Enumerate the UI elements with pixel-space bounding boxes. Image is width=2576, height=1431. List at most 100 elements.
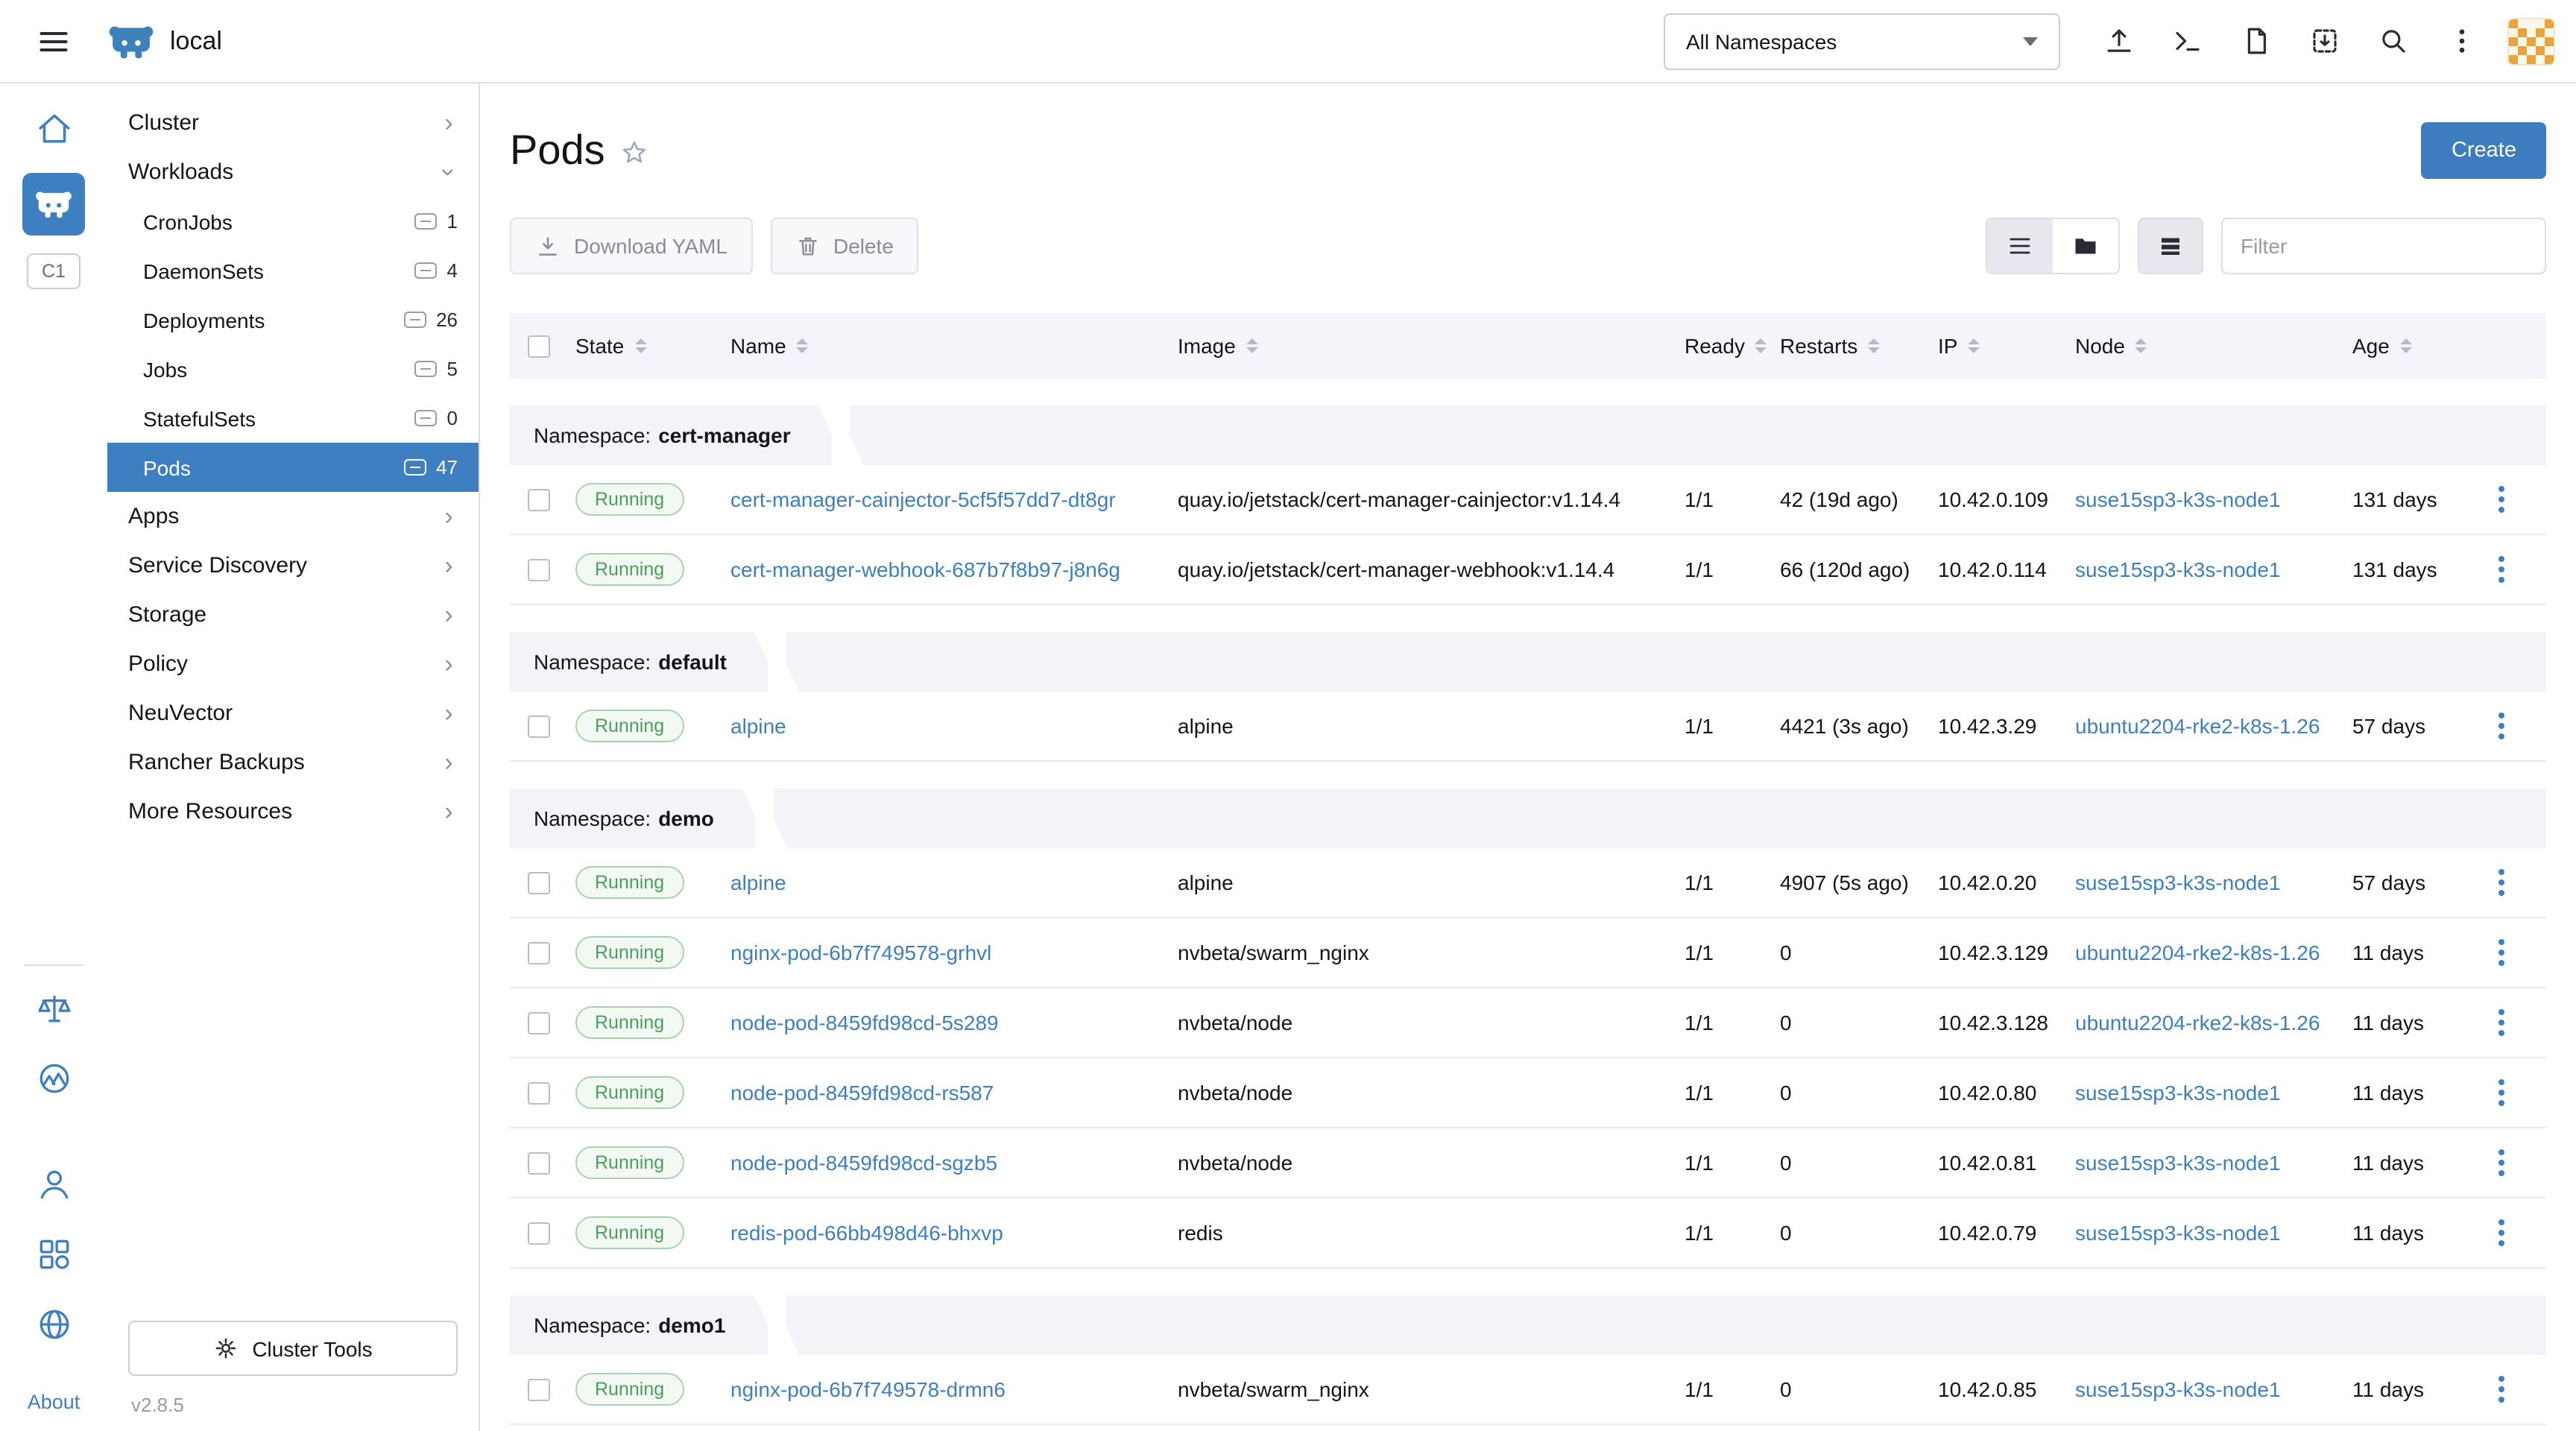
sidebar-item-jobs[interactable]: Jobs 5	[107, 344, 479, 394]
row-checkbox[interactable]	[528, 871, 550, 894]
column-header-name[interactable]: Name	[730, 334, 1178, 358]
sidebar-item-workloads[interactable]: Workloads	[107, 148, 479, 197]
row-checkbox[interactable]	[528, 1378, 550, 1400]
row-actions-menu[interactable]	[2487, 927, 2516, 978]
pod-node-link[interactable]: suse15sp3-k3s-node1	[2075, 1081, 2281, 1105]
pod-node-link[interactable]: suse15sp3-k3s-node1	[2075, 557, 2281, 581]
grouped-rows-view-button[interactable]	[2138, 218, 2203, 274]
row-actions-menu[interactable]	[2487, 701, 2516, 751]
scale-button[interactable]	[35, 990, 72, 1032]
pod-name-link[interactable]: cert-manager-webhook-687b7f8b97-j8n6g	[730, 557, 1120, 581]
sidebar-item-cronjobs[interactable]: CronJobs 1	[107, 197, 479, 246]
user-button[interactable]	[35, 1166, 72, 1207]
sidebar-item-deployments[interactable]: Deployments 26	[107, 295, 479, 344]
column-header-state[interactable]: State	[575, 334, 730, 358]
select-all-checkbox[interactable]	[528, 335, 550, 357]
row-checkbox[interactable]	[528, 715, 550, 737]
sidebar-item-cluster[interactable]: Cluster	[107, 98, 479, 148]
delete-button[interactable]: Delete	[771, 218, 919, 274]
header-kebab-button[interactable]	[2430, 10, 2493, 72]
filter-input[interactable]	[2221, 218, 2546, 274]
pod-node-link[interactable]: suse15sp3-k3s-node1	[2075, 1151, 2281, 1175]
row-checkbox[interactable]	[528, 1152, 550, 1174]
folder-view-button[interactable]	[2053, 219, 2118, 273]
pod-name-link[interactable]: redis-pod-66bb498d46-bhxvp	[730, 1221, 1003, 1245]
docs-button[interactable]	[2224, 10, 2287, 72]
row-actions-menu[interactable]	[2487, 1207, 2516, 1258]
globe-button[interactable]	[35, 1306, 72, 1348]
list-view-button[interactable]	[1987, 219, 2053, 273]
sidebar-item-more-resources[interactable]: More Resources	[107, 787, 479, 836]
pod-node-link[interactable]: ubuntu2204-rke2-k8s-1.26	[2075, 1011, 2320, 1034]
pod-node-link[interactable]: suse15sp3-k3s-node1	[2075, 871, 2281, 894]
pod-name-link[interactable]: nginx-pod-6b7f749578-grhvl	[730, 941, 991, 964]
column-header-ready[interactable]: Ready	[1685, 334, 1780, 358]
row-checkbox[interactable]	[528, 558, 550, 581]
pod-node-link[interactable]: suse15sp3-k3s-node1	[2075, 487, 2281, 511]
row-checkbox[interactable]	[528, 1222, 550, 1244]
import-yaml-button[interactable]	[2293, 10, 2355, 72]
row-checkbox[interactable]	[528, 1011, 550, 1034]
download-yaml-button[interactable]: Download YAML	[510, 218, 753, 274]
create-button[interactable]: Create	[2422, 122, 2546, 179]
row-actions-menu[interactable]	[2487, 1364, 2516, 1415]
pod-node-link[interactable]: suse15sp3-k3s-node1	[2075, 1377, 2281, 1401]
row-actions-menu[interactable]	[2487, 997, 2516, 1048]
about-link[interactable]: About	[28, 1391, 80, 1413]
table-row[interactable]: Running nginx-pod-6b7f749578-drmn6 nvbet…	[510, 1355, 2546, 1425]
sidebar-item-storage[interactable]: Storage	[107, 590, 479, 639]
row-actions-menu[interactable]	[2487, 474, 2516, 525]
table-row[interactable]: Running node-pod-8459fd98cd-sgzb5 nvbeta…	[510, 1128, 2546, 1198]
row-checkbox[interactable]	[528, 941, 550, 964]
row-checkbox[interactable]	[528, 488, 550, 511]
namespace-filter-select[interactable]: All Namespaces	[1664, 13, 2060, 69]
sidebar-item-service-discovery[interactable]: Service Discovery	[107, 541, 479, 590]
extensions-button[interactable]	[35, 1236, 72, 1277]
row-checkbox[interactable]	[528, 1081, 550, 1104]
row-actions-menu[interactable]	[2487, 1067, 2516, 1118]
pod-name-link[interactable]: node-pod-8459fd98cd-rs587	[730, 1081, 994, 1105]
pod-node-link[interactable]: suse15sp3-k3s-node1	[2075, 1221, 2281, 1245]
pod-node-link[interactable]: ubuntu2204-rke2-k8s-1.26	[2075, 941, 2320, 964]
upload-button[interactable]	[2087, 10, 2150, 72]
table-row[interactable]: Running nginx-pod-6b7f749578-grhvl nvbet…	[510, 918, 2546, 988]
row-actions-menu[interactable]	[2487, 544, 2516, 595]
sidebar-item-neuvector[interactable]: NeuVector	[107, 689, 479, 738]
sidebar-item-policy[interactable]: Policy	[107, 639, 479, 689]
column-header-age[interactable]: Age	[2352, 334, 2481, 358]
pod-name-link[interactable]: node-pod-8459fd98cd-5s289	[730, 1011, 999, 1034]
cluster-c1-badge[interactable]: C1	[27, 253, 80, 289]
pod-name-link[interactable]: alpine	[730, 871, 786, 894]
cluster-manager-tile[interactable]	[22, 173, 85, 236]
pod-name-link[interactable]: nginx-pod-6b7f749578-drmn6	[730, 1377, 1006, 1401]
cluster-brand[interactable]: local	[107, 23, 361, 59]
cluster-tools-button[interactable]: Cluster Tools	[128, 1321, 458, 1376]
row-actions-menu[interactable]	[2487, 857, 2516, 908]
pod-name-link[interactable]: alpine	[730, 714, 786, 738]
home-button[interactable]	[35, 110, 72, 152]
user-avatar[interactable]	[2507, 17, 2555, 65]
row-actions-menu[interactable]	[2487, 1137, 2516, 1188]
sidebar-item-rancher-backups[interactable]: Rancher Backups	[107, 738, 479, 787]
pod-name-link[interactable]: cert-manager-cainjector-5cf5f57dd7-dt8gr	[730, 487, 1116, 511]
column-header-restarts[interactable]: Restarts	[1780, 334, 1938, 358]
table-row[interactable]: Running redis-pod-66bb498d46-bhxvp redis…	[510, 1198, 2546, 1269]
table-row[interactable]: Running alpine alpine 1/1 4907 (5s ago) …	[510, 848, 2546, 918]
column-header-image[interactable]: Image	[1178, 334, 1685, 358]
sidebar-item-apps[interactable]: Apps	[107, 492, 479, 541]
table-row[interactable]: Running node-pod-8459fd98cd-rs587 nvbeta…	[510, 1058, 2546, 1128]
sidebar-item-daemonsets[interactable]: DaemonSets 4	[107, 246, 479, 295]
sidebar-item-pods[interactable]: Pods 47	[107, 443, 479, 492]
kubectl-shell-button[interactable]	[2156, 10, 2218, 72]
pod-name-link[interactable]: node-pod-8459fd98cd-sgzb5	[730, 1151, 997, 1175]
table-row[interactable]: Running node-pod-8459fd98cd-5s289 nvbeta…	[510, 988, 2546, 1058]
table-row[interactable]: Running cert-manager-webhook-687b7f8b97-…	[510, 535, 2546, 605]
pod-node-link[interactable]: ubuntu2204-rke2-k8s-1.26	[2075, 714, 2320, 738]
table-row[interactable]: Running alpine alpine 1/1 4421 (3s ago) …	[510, 692, 2546, 762]
table-row[interactable]: Running cert-manager-cainjector-5cf5f57d…	[510, 465, 2546, 535]
column-header-node[interactable]: Node	[2075, 334, 2352, 358]
harvester-button[interactable]	[35, 1060, 72, 1102]
sidebar-item-statefulsets[interactable]: StatefulSets 0	[107, 394, 479, 443]
search-button[interactable]	[2361, 10, 2424, 72]
main-menu-button[interactable]	[0, 25, 107, 57]
